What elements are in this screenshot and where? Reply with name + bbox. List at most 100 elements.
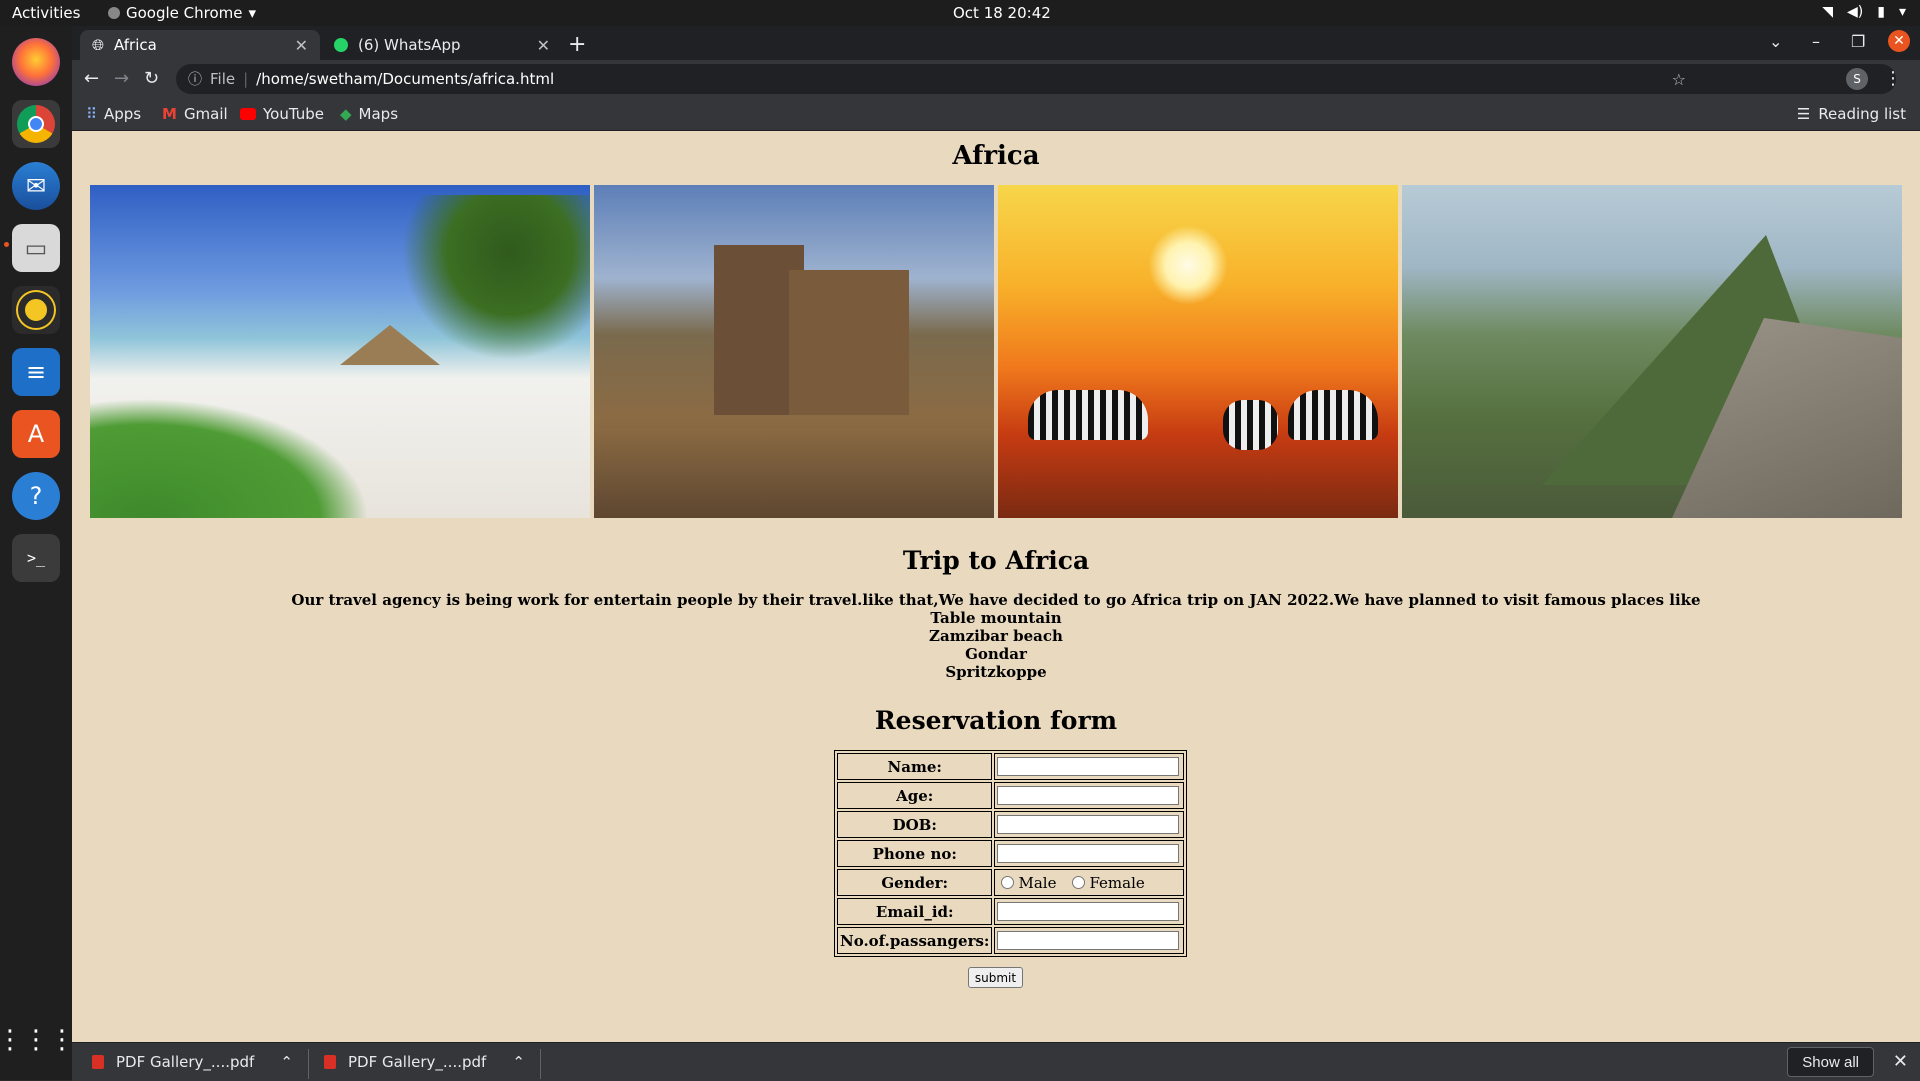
email-field[interactable] xyxy=(997,902,1180,921)
new-tab-plus-icon[interactable]: + xyxy=(568,32,586,57)
tab-label: (6) WhatsApp xyxy=(358,36,461,54)
bookmark-gmail[interactable]: M Gmail xyxy=(162,105,228,123)
url-scheme: File xyxy=(210,70,236,88)
help-icon[interactable]: ? xyxy=(12,472,60,520)
castle-photo xyxy=(594,185,994,518)
download-item[interactable]: PDF Gallery_....pdf ⌃ xyxy=(324,1043,525,1081)
dob-field[interactable] xyxy=(997,815,1180,834)
chevron-down-icon: ▾ xyxy=(1898,4,1906,20)
volume-icon: ◀) xyxy=(1847,4,1864,20)
chevron-up-icon[interactable]: ⌃ xyxy=(512,1053,525,1071)
show-all-button[interactable]: Show all xyxy=(1787,1047,1874,1077)
activities-button[interactable]: Activities xyxy=(12,4,80,22)
chrome-icon[interactable] xyxy=(12,100,60,148)
bookmark-label: Gmail xyxy=(183,105,228,123)
download-item[interactable]: PDF Gallery_....pdf ⌃ xyxy=(92,1043,293,1081)
dock: ✉ ▭ ≡ A ? >_ ⋮⋮⋮ xyxy=(0,26,75,1080)
app-menu-label: Google Chrome xyxy=(126,4,243,22)
chrome-small-icon xyxy=(108,7,120,19)
male-label: Male xyxy=(1018,873,1057,892)
reading-list-icon: ☰ xyxy=(1796,105,1811,123)
mountain-photo xyxy=(1402,185,1902,518)
web-page: Africa Trip to Africa Our travel agency … xyxy=(72,131,1920,1042)
pdf-file-icon xyxy=(324,1055,336,1069)
passengers-field[interactable] xyxy=(997,931,1180,950)
tab-search-chevron-icon[interactable]: ⌄ xyxy=(1769,32,1782,51)
caret-down-icon: ▾ xyxy=(248,4,257,22)
close-icon[interactable]: ✕ xyxy=(295,36,308,55)
terminal-icon[interactable]: >_ xyxy=(12,534,60,582)
gender-label: Gender: xyxy=(837,869,993,896)
bookmarks-bar: ⠿ Apps M Gmail YouTube ◆ Maps ☰ Reading … xyxy=(72,98,1920,131)
firefox-icon[interactable] xyxy=(12,38,60,86)
close-icon[interactable]: ✕ xyxy=(1893,1051,1908,1072)
globe-icon: 🌐︎ xyxy=(92,36,105,54)
clock[interactable]: Oct 18 20:42 xyxy=(953,4,1051,22)
restore-icon[interactable]: ❐ xyxy=(1851,32,1865,51)
chrome-window: 🌐︎ Africa ✕ (6) WhatsApp ✕ + ⌄ – ❐ ✕ ← →… xyxy=(72,26,1920,1081)
age-field[interactable] xyxy=(997,786,1180,805)
tab-africa[interactable]: 🌐︎ Africa ✕ xyxy=(80,30,320,60)
email-label: Email_id: xyxy=(837,898,993,925)
gmail-icon: M xyxy=(162,105,177,123)
place-item: Zamzibar beach xyxy=(929,627,1063,645)
bookmark-apps[interactable]: ⠿ Apps xyxy=(86,105,141,123)
bookmark-label: Maps xyxy=(358,105,399,123)
phone-field[interactable] xyxy=(997,844,1180,863)
chevron-up-icon[interactable]: ⌃ xyxy=(280,1053,293,1071)
browser-toolbar: ← → ↻ ⓘ File | /home/swetham/Documents/a… xyxy=(72,60,1920,98)
reservation-form: Name: Age: DOB: Phone no: Gender: Male F… xyxy=(834,750,1188,957)
reading-list-label: Reading list xyxy=(1818,105,1906,123)
apps-grid-icon: ⠿ xyxy=(86,105,97,123)
download-filename: PDF Gallery_....pdf xyxy=(116,1053,255,1071)
place-item: Gondar xyxy=(965,645,1027,663)
age-label: Age: xyxy=(837,782,993,809)
bookmark-maps[interactable]: ◆ Maps xyxy=(340,105,398,123)
bookmark-label: Apps xyxy=(104,105,142,123)
tab-whatsapp[interactable]: (6) WhatsApp ✕ xyxy=(322,30,562,60)
address-bar[interactable]: ⓘ File | /home/swetham/Documents/africa.… xyxy=(176,64,1896,94)
dob-label: DOB: xyxy=(837,811,993,838)
thunderbird-icon[interactable]: ✉ xyxy=(12,162,60,210)
running-indicator xyxy=(4,242,9,247)
bookmark-star-icon[interactable]: ☆ xyxy=(1672,70,1686,89)
reading-list-button[interactable]: ☰ Reading list xyxy=(1797,105,1906,123)
window-close-icon[interactable]: ✕ xyxy=(1888,30,1910,52)
files-icon[interactable]: ▭ xyxy=(12,224,60,272)
download-filename: PDF Gallery_....pdf xyxy=(348,1053,487,1071)
phone-label: Phone no: xyxy=(837,840,993,867)
profile-avatar[interactable]: S xyxy=(1846,68,1868,90)
software-icon[interactable]: A xyxy=(12,410,60,458)
more-menu-icon[interactable]: ⋮ xyxy=(1884,68,1902,89)
url-text: /home/swetham/Documents/africa.html xyxy=(256,70,555,88)
page-title: Africa xyxy=(952,141,1040,171)
download-shelf: PDF Gallery_....pdf ⌃ PDF Gallery_....pd… xyxy=(72,1042,1920,1081)
maps-icon: ◆ xyxy=(340,105,352,123)
minimize-icon[interactable]: – xyxy=(1812,32,1820,51)
reload-icon[interactable]: ↻ xyxy=(144,68,159,89)
name-field[interactable] xyxy=(997,757,1180,776)
bookmark-youtube[interactable]: YouTube xyxy=(240,105,324,123)
rhythmbox-icon[interactable] xyxy=(12,286,60,334)
system-tray[interactable]: ◥ ◀) ▮ ▾ xyxy=(1822,4,1906,20)
form-heading: Reservation form xyxy=(874,706,1118,735)
passengers-label: No.of.passangers: xyxy=(837,927,993,954)
back-arrow-icon[interactable]: ← xyxy=(84,68,99,89)
submit-button[interactable]: submit xyxy=(968,967,1023,988)
zebra-sunset-photo xyxy=(998,185,1398,518)
app-menu[interactable]: Google Chrome ▾ xyxy=(108,4,256,22)
intro-paragraph: Our travel agency is being work for ente… xyxy=(291,591,1701,609)
divider xyxy=(540,1049,541,1079)
libreoffice-writer-icon[interactable]: ≡ xyxy=(12,348,60,396)
youtube-icon xyxy=(240,108,256,120)
app-grid-icon[interactable]: ⋮⋮⋮ xyxy=(0,1016,75,1064)
close-icon[interactable]: ✕ xyxy=(537,36,550,55)
info-icon[interactable]: ⓘ xyxy=(188,69,202,89)
place-item: Table mountain xyxy=(930,609,1062,627)
place-item: Spritzkoppe xyxy=(945,663,1047,681)
female-radio[interactable] xyxy=(1072,876,1086,889)
gender-options: Male Female xyxy=(997,874,1181,892)
male-radio[interactable] xyxy=(1001,876,1015,889)
pdf-file-icon xyxy=(92,1055,104,1069)
forward-arrow-icon[interactable]: → xyxy=(114,68,129,89)
